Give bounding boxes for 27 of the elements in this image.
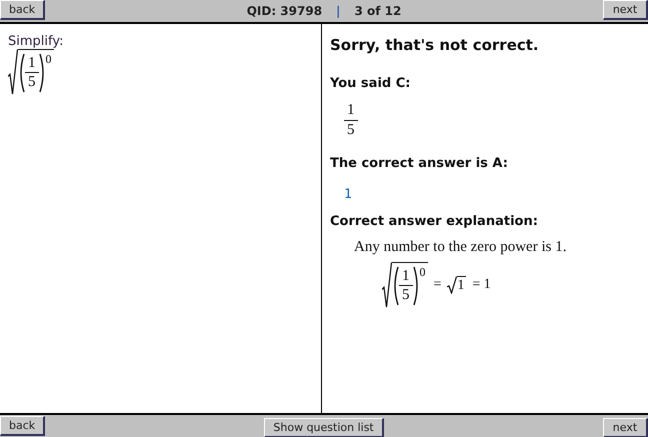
question-prompt: Simplify: <box>8 34 64 49</box>
fraction: 1 5 <box>25 54 38 90</box>
equals-sign: = <box>434 277 442 293</box>
exponent: 0 <box>420 265 426 280</box>
exponent: 0 <box>46 52 52 67</box>
result: = 1 <box>472 277 491 293</box>
question-list-button[interactable]: Show question list <box>264 418 384 437</box>
answer-label: The correct answer is A: <box>330 156 509 171</box>
question-position: 3 of 12 <box>354 4 402 18</box>
parenthesis-icon <box>38 52 46 92</box>
radicand: 1 <box>457 278 464 294</box>
back-button[interactable]: back <box>0 416 46 436</box>
parenthesis-icon <box>18 52 25 92</box>
fraction: 1 5 <box>399 268 412 304</box>
question-id: QID: 39798 <box>246 4 322 18</box>
feedback-heading: Sorry, that's not correct. <box>330 36 540 54</box>
separator: | <box>336 4 340 18</box>
answer-label: Correct answer explanation: <box>330 214 539 229</box>
parenthesis-icon <box>412 266 420 306</box>
answer-label: You said C: <box>330 76 412 91</box>
correct-answer: 1 <box>344 187 352 202</box>
next-button[interactable]: next <box>603 0 648 20</box>
parenthesis-icon <box>392 266 399 306</box>
fraction: 1 5 <box>344 102 358 138</box>
explanation-text: Any number to the zero power is 1. <box>354 239 568 256</box>
back-button[interactable]: back <box>0 0 46 20</box>
next-button[interactable]: next <box>602 418 648 437</box>
